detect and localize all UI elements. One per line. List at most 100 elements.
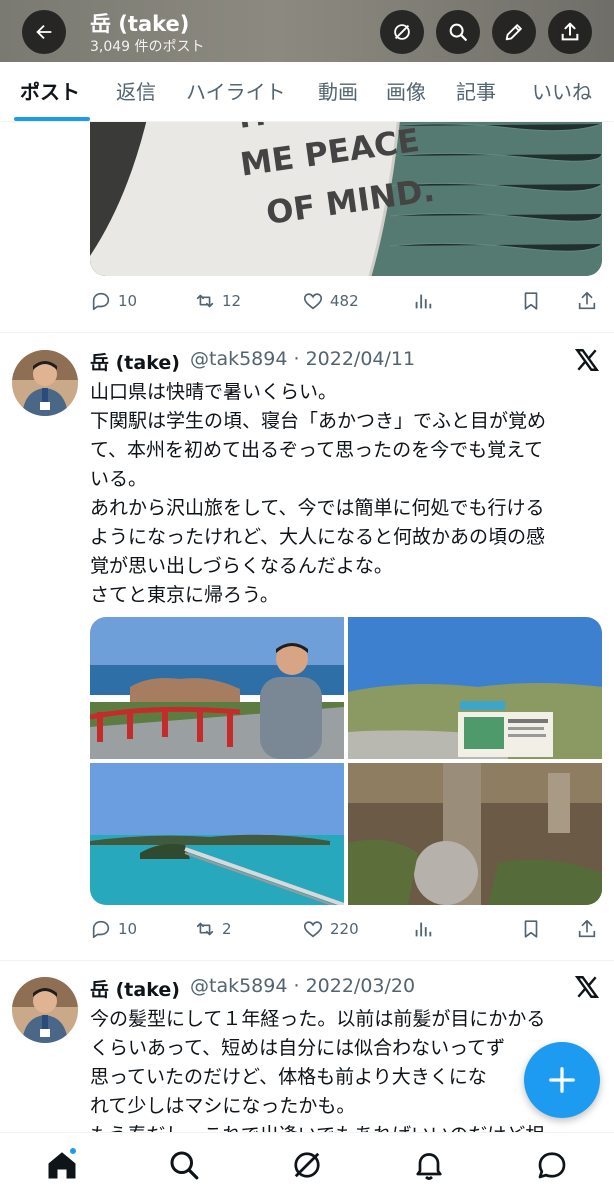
post-text-line: ようになったけれど、大人になると何故かあの頃の感	[90, 526, 546, 548]
heart-icon	[303, 293, 323, 310]
grok-button[interactable]	[380, 10, 424, 54]
reply-count: 10	[118, 920, 138, 938]
photo-bridge-island[interactable]	[90, 763, 344, 905]
share-profile-button[interactable]	[548, 10, 592, 54]
grok-icon	[394, 24, 410, 40]
share-button[interactable]	[576, 286, 598, 316]
search-icon	[170, 1151, 199, 1180]
profile-name: 岳 (take)	[90, 12, 190, 36]
tab-videos[interactable]: 動画	[318, 62, 358, 122]
views-button[interactable]	[412, 286, 434, 316]
post-actions: 10 2 220	[90, 914, 602, 944]
bookmark-button[interactable]	[520, 286, 542, 316]
like-count: 220	[330, 920, 359, 938]
post-text-line: さてと東京に帰ろう。	[90, 584, 279, 606]
repost-icon	[196, 294, 214, 308]
avatar-photo	[12, 350, 78, 416]
reply-count: 10	[118, 292, 138, 310]
x-logo-icon	[574, 976, 600, 998]
post-text-line: 思っていたのだけど、体格も前より大きくにな	[90, 1066, 487, 1088]
author-name[interactable]: 岳 (take)	[90, 975, 180, 1002]
nav-grok[interactable]	[289, 1147, 325, 1183]
heart-icon	[303, 921, 323, 938]
repost-button[interactable]: 12	[194, 286, 241, 316]
post-text-line: いる。	[90, 468, 148, 490]
post-divider	[0, 960, 614, 961]
tab-likes[interactable]: いいね	[532, 62, 592, 122]
repost-icon	[196, 922, 214, 936]
chat-bubble-icon	[538, 1152, 566, 1179]
active-tab-indicator	[14, 117, 90, 121]
tab-posts[interactable]: ポスト	[20, 62, 80, 122]
bookmark-button[interactable]	[520, 914, 542, 944]
pencil-icon	[505, 24, 522, 41]
share-icon	[561, 22, 579, 41]
share-icon	[578, 919, 596, 938]
tab-highlights[interactable]: ハイライト	[186, 62, 286, 122]
like-count: 482	[330, 292, 359, 310]
bookmark-icon	[524, 920, 538, 938]
tab-replies[interactable]: 返信	[116, 62, 156, 122]
photo-bridge-island-image	[90, 763, 344, 905]
avatar-photo	[12, 977, 78, 1043]
photo-cliff-person-image	[90, 617, 344, 759]
post-text-line: 今の髪型にして１年経った。以前は前髪が目にかかる	[90, 1008, 546, 1030]
author-handle-date[interactable]: @tak5894 · 2022/04/11	[190, 348, 415, 370]
share-button[interactable]	[576, 914, 598, 944]
share-icon	[578, 291, 596, 310]
post-text-line: 覚が思い出しづらくなるんだよな。	[90, 555, 393, 577]
like-button[interactable]: 482	[302, 286, 359, 316]
search-icon	[449, 23, 467, 41]
repost-button[interactable]: 2	[194, 914, 232, 944]
photo-karst-plateau[interactable]	[348, 617, 602, 759]
views-button[interactable]	[412, 914, 434, 944]
post-text-line: れて少しはマシになったかも。	[90, 1095, 356, 1117]
nav-messages[interactable]	[534, 1147, 570, 1183]
edit-button[interactable]	[492, 10, 536, 54]
avatar[interactable]	[12, 350, 78, 416]
analytics-icon	[415, 294, 432, 309]
x-logo-icon	[574, 349, 600, 371]
photo-cliff-person[interactable]	[90, 617, 344, 759]
search-button[interactable]	[436, 10, 480, 54]
arrow-left-icon	[36, 24, 52, 40]
reply-icon	[92, 920, 110, 939]
post-image-tshirt[interactable]: IT BRI ME PEACE OF MIND.	[90, 122, 602, 276]
post-text-line: あれから沢山旅をして、今では簡単に何処でも行ける	[90, 497, 545, 519]
media-grid	[90, 617, 602, 905]
nav-notifications[interactable]	[411, 1147, 447, 1183]
post-text-line: くらいあって、短めは自分には似合わないってず	[90, 1037, 506, 1059]
repost-count: 12	[222, 292, 242, 310]
grok-icon	[294, 1152, 320, 1178]
post-text-line: て、本州を初めて出るぞって思ったのを今でも覚えて	[90, 439, 544, 461]
timeline[interactable]: IT BRI ME PEACE OF MIND. 10 12 482	[0, 122, 614, 1132]
reply-button[interactable]: 10	[90, 914, 137, 944]
post-text-line: もう春だし、これで出逢いでもあればいいのだけど相	[90, 1120, 544, 1132]
post-text-line: 下関駅は学生の頃、寝台「あかつき」でふと目が覚め	[90, 410, 547, 432]
tab-images[interactable]: 画像	[386, 62, 426, 122]
compose-button[interactable]	[524, 1042, 600, 1118]
repost-count: 2	[222, 920, 232, 938]
photo-stone-pillar-image	[348, 763, 602, 905]
photo-karst-plateau-image	[348, 617, 602, 759]
author-name[interactable]: 岳 (take)	[90, 348, 180, 375]
post-text-line: 山口県は快晴で暑いくらい。	[90, 381, 338, 403]
profile-tabs: ポスト 返信 ハイライト 動画 画像 記事 いいね	[0, 62, 614, 122]
tab-articles[interactable]: 記事	[456, 62, 496, 122]
reply-button[interactable]: 10	[90, 286, 137, 316]
bookmark-icon	[524, 292, 538, 310]
bottom-navigation	[0, 1132, 614, 1200]
analytics-icon	[415, 922, 432, 937]
bell-icon	[416, 1153, 442, 1180]
back-button[interactable]	[22, 10, 66, 54]
nav-search[interactable]	[166, 1147, 202, 1183]
avatar[interactable]	[12, 977, 78, 1043]
reply-icon	[92, 292, 110, 311]
notification-dot	[68, 1146, 78, 1156]
photo-stone-pillar[interactable]	[348, 763, 602, 905]
like-button[interactable]: 220	[302, 914, 359, 944]
post-count: 3,049 件のポスト	[90, 39, 205, 55]
post-divider	[0, 332, 614, 333]
profile-header: 岳 (take) 3,049 件のポスト	[0, 0, 614, 62]
author-handle-date[interactable]: @tak5894 · 2022/03/20	[190, 975, 415, 997]
